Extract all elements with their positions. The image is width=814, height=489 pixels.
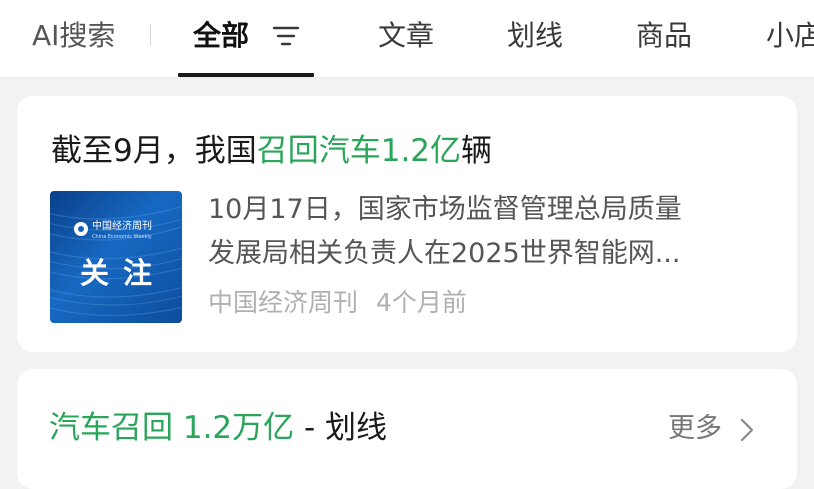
tab-article[interactable]: 文章 [378, 15, 434, 57]
tab-product[interactable]: 商品 [636, 15, 692, 57]
article-time: 4个月前 [376, 288, 467, 317]
article-summary-line-1: 10月17日，国家市场监督管理总局质量 [208, 194, 682, 225]
magazine-logo-icon [74, 222, 88, 236]
thumbnail-brand-en: China Economic Weekly [92, 234, 152, 240]
tab-all[interactable]: 全部 [193, 15, 249, 57]
highlights-section-title[interactable]: 汽车召回 1.2万亿 - 划线 [49, 403, 387, 453]
thumbnail-word: 关注 [79, 256, 166, 290]
article-title[interactable]: 截至9月，我国召回汽车1.2亿辆 [51, 126, 492, 176]
article-thumbnail[interactable]: 中国经济周刊 China Economic Weekly 关注 [50, 191, 182, 323]
highlights-card: 汽车召回 1.2万亿 - 划线 更多 [17, 369, 797, 489]
filter-icon[interactable] [272, 24, 300, 48]
article-source[interactable]: 中国经济周刊 [208, 288, 358, 317]
active-tab-indicator [178, 73, 314, 77]
highlights-title-keyword: 汽车召回 1.2万亿 [49, 410, 295, 446]
search-tab-bar: AI搜索 全部 文章 划线 商品 小店 [0, 0, 814, 78]
article-title-keyword: 召回汽车1.2亿 [256, 133, 462, 169]
article-card[interactable]: 截至9月，我国召回汽车1.2亿辆 中国经济周刊 China Economic W… [17, 96, 797, 352]
tab-shop[interactable]: 小店 [766, 15, 814, 57]
highlights-title-suffix: - 划线 [294, 410, 388, 446]
more-button[interactable]: 更多 [668, 407, 722, 451]
tab-divider [150, 24, 151, 46]
tab-ai-search[interactable]: AI搜索 [32, 15, 115, 57]
tab-highlight[interactable]: 划线 [507, 15, 563, 57]
thumbnail-brand: 中国经济周刊 [92, 221, 152, 232]
article-meta: 中国经济周刊 4个月前 [208, 283, 467, 323]
magazine-logo-dot [78, 226, 84, 232]
article-summary-line-2: 发展局相关负责人在2025世界智能网... [208, 238, 681, 269]
article-title-suffix: 辆 [461, 133, 493, 169]
article-summary: 10月17日，国家市场监督管理总局质量 发展局相关负责人在2025世界智能网..… [208, 188, 768, 276]
article-title-prefix: 截至9月，我国 [51, 133, 257, 169]
chevron-right-icon[interactable] [739, 417, 755, 443]
